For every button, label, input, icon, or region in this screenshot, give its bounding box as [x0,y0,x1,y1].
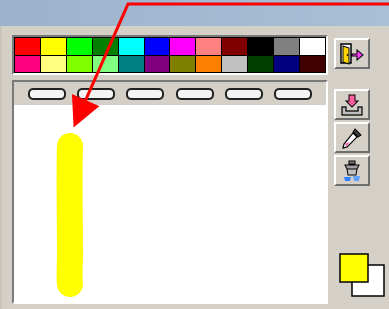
import-image-button[interactable] [334,89,370,120]
paint-bucket-icon [344,160,360,181]
fill-button[interactable] [334,155,370,186]
import-image-icon [341,94,363,116]
palette-swatch[interactable] [170,38,196,55]
slot-3[interactable] [126,87,165,100]
window-edge [0,26,2,309]
palette-swatch[interactable] [144,38,170,55]
palette-swatch[interactable] [274,55,300,72]
palette-swatch[interactable] [196,38,222,55]
palette-swatch[interactable] [196,55,222,72]
palette-swatch[interactable] [40,38,66,55]
eyedropper-icon [342,127,362,149]
palette-swatch[interactable] [274,38,300,55]
palette-swatch[interactable] [15,38,40,55]
palette-swatch[interactable] [15,55,40,72]
exit-door-icon [340,42,364,65]
slot-bar [14,82,326,106]
palette-swatch[interactable] [300,55,325,72]
palette-swatch[interactable] [92,55,118,72]
palette-swatch[interactable] [66,55,92,72]
palette-swatch[interactable] [248,55,274,72]
title-bar [0,0,389,26]
palette-swatch[interactable] [144,55,170,72]
slot-5[interactable] [224,87,263,100]
palette-swatch[interactable] [92,38,118,55]
drawing-canvas[interactable] [14,106,326,302]
slot-2[interactable] [76,87,115,100]
slot-1[interactable] [27,87,66,100]
palette-swatch[interactable] [222,55,248,72]
palette-swatch[interactable] [300,38,325,55]
palette-swatch[interactable] [66,38,92,55]
palette-swatch[interactable] [170,55,196,72]
slot-6[interactable] [274,87,313,100]
palette-swatch[interactable] [118,55,144,72]
canvas-frame [12,80,328,304]
slot-4[interactable] [175,87,214,100]
current-color-indicator[interactable] [338,252,386,298]
palette-swatch[interactable] [248,38,274,55]
exit-button[interactable] [334,38,370,69]
palette-swatch[interactable] [222,38,248,55]
color-palette [12,35,328,75]
palette-swatch[interactable] [118,38,144,55]
eyedropper-button[interactable] [334,122,370,153]
palette-swatch[interactable] [40,55,66,72]
paint-window [0,0,389,309]
